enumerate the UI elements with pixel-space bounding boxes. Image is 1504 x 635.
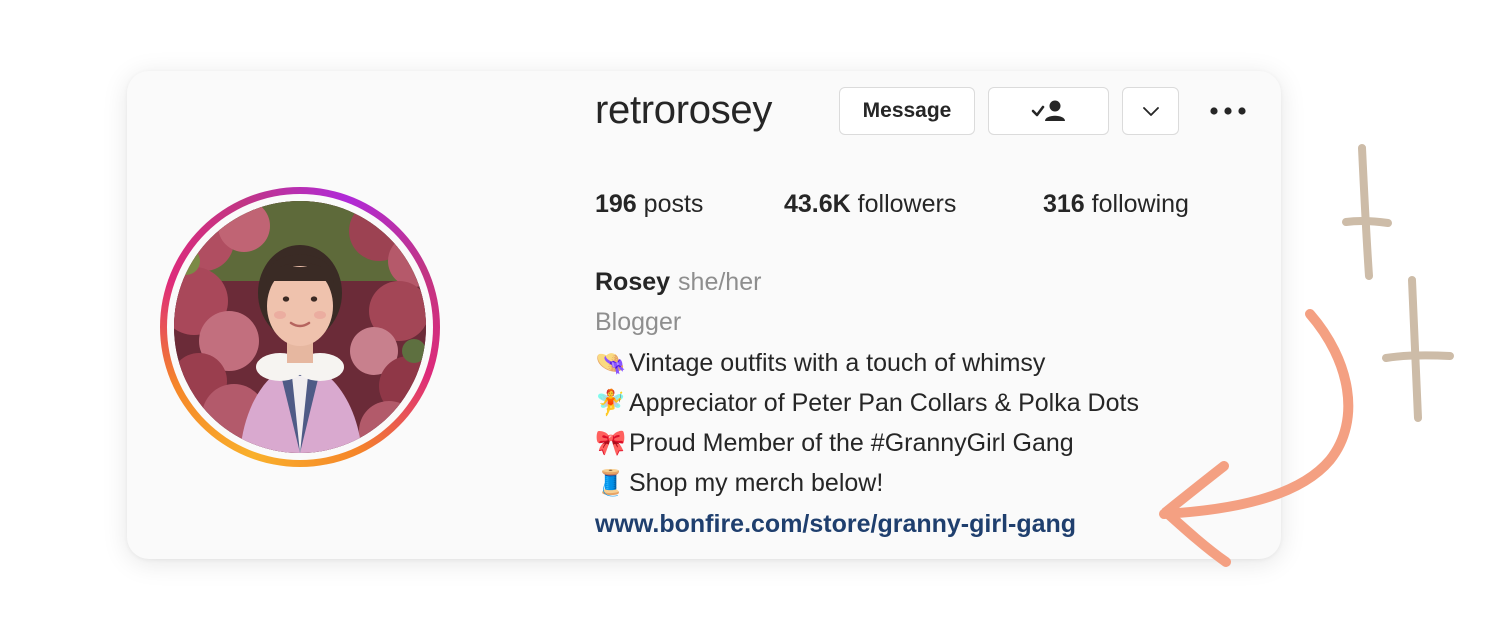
bio-line: 🧚 Appreciator of Peter Pan Collars & Pol…	[595, 383, 1139, 423]
thread-spool-emoji-icon: 🧵	[595, 468, 627, 498]
screenshot-stage: retrorosey Message 196 posts 43.6K follo…	[0, 0, 1504, 635]
pink-flower-hat-emoji-icon: 👒	[595, 347, 627, 377]
bio-link-line: www.bonfire.com/store/granny-girl-gang	[595, 504, 1139, 544]
bio-line-text: Proud Member of the #GrannyGirl Gang	[629, 429, 1074, 458]
posts-stat: 196 posts	[595, 190, 703, 219]
pronouns: she/her	[678, 268, 762, 296]
following-button[interactable]	[988, 87, 1109, 135]
bio-line-text: Appreciator of Peter Pan Collars & Polka…	[629, 388, 1139, 417]
avatar-photo	[174, 201, 426, 453]
sparkle-icon	[1382, 276, 1454, 422]
bio-line-text: Shop my merch below!	[629, 469, 884, 498]
more-options-icon	[1210, 107, 1246, 115]
following-stat[interactable]: 316 following	[1043, 190, 1189, 219]
bio-line: 🎀 Proud Member of the #GrannyGirl Gang	[595, 423, 1139, 463]
profile-username: retrorosey	[595, 88, 773, 132]
followers-count: 43.6K	[784, 190, 851, 218]
bio-line: 🧵 Shop my merch below!	[595, 463, 1139, 503]
fairy-emoji-icon: 🧚	[595, 387, 627, 417]
posts-label: posts	[643, 190, 704, 218]
sparkle-icon	[1342, 144, 1392, 280]
bio-category-line: Blogger	[595, 302, 1139, 342]
followers-stat[interactable]: 43.6K followers	[784, 190, 956, 219]
message-button[interactable]: Message	[839, 87, 975, 135]
bio-line-text: Vintage outfits with a touch of whimsy	[629, 348, 1046, 377]
followers-label: followers	[857, 190, 957, 218]
bio-name-line: Rosey she/her	[595, 262, 1139, 302]
following-label: following	[1091, 190, 1189, 218]
avatar-image	[174, 201, 426, 453]
chevron-down-icon	[1142, 107, 1159, 116]
bio-website-link[interactable]: www.bonfire.com/store/granny-girl-gang	[595, 504, 1076, 544]
suggested-accounts-dropdown-button[interactable]	[1122, 87, 1179, 135]
ribbon-emoji-icon: 🎀	[595, 428, 627, 458]
display-name: Rosey	[595, 268, 671, 296]
more-options-button[interactable]	[1203, 98, 1253, 124]
person-check-icon	[1031, 100, 1065, 121]
bio-line: 👒 Vintage outfits with a touch of whimsy	[595, 343, 1139, 383]
posts-count: 196	[595, 190, 637, 218]
profile-bio: Rosey she/her Blogger 👒 Vintage outfits …	[595, 262, 1139, 544]
following-count: 316	[1043, 190, 1085, 218]
profile-category: Blogger	[595, 308, 682, 337]
profile-avatar[interactable]	[160, 187, 440, 467]
